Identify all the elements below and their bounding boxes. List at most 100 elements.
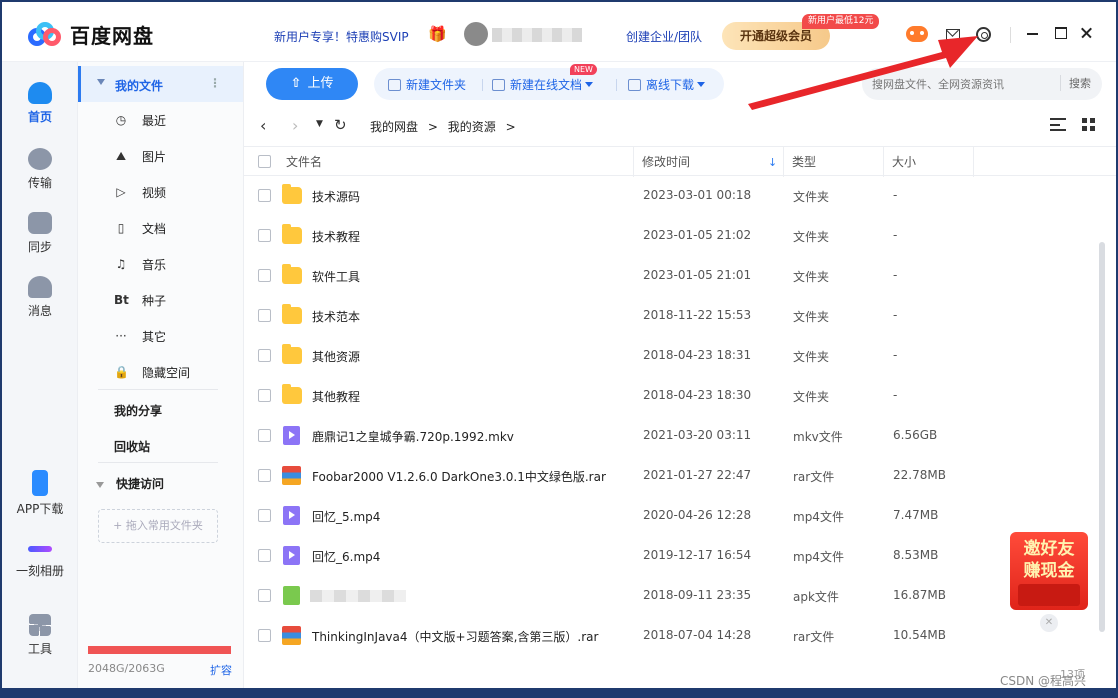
row-checkbox[interactable] [258,309,271,322]
row-checkbox[interactable] [258,549,271,562]
storage-usage-bar [88,646,231,654]
nav-item-docs[interactable]: ▯ 文档 [114,218,166,238]
refresh-icon[interactable]: ↻ [334,116,347,134]
forward-arrow-icon[interactable]: › [292,116,298,135]
nav-item-images[interactable]: ⛰ 图片 [114,146,166,166]
table-row[interactable]: 鹿鼎记1之皇城争霸.720p.1992.mkv 2021-03-20 03:11 m… [244,416,1102,456]
nav-item-recent[interactable]: ◷ 最近 [114,110,166,130]
table-row[interactable]: 其他教程 2018-04-23 18:30 文件夹 - [244,376,1102,416]
nav-recycle-bin[interactable]: 回收站 [114,438,150,455]
scrollbar[interactable] [1099,242,1105,632]
more-vertical-icon[interactable]: ⋮ [209,76,221,90]
file-name[interactable]: 回忆_6.mp4 [312,548,380,565]
sort-icon[interactable] [1050,118,1066,131]
nav-item-music[interactable]: ♫ 音乐 [114,254,166,274]
svip-promo-link[interactable]: 新用户专享！特惠购SVIP [274,28,409,45]
nav-item-others[interactable]: ··· 其它 [114,326,166,346]
invite-friends-widget[interactable]: 邀好友 赚现金 [1010,532,1088,610]
row-checkbox[interactable] [258,629,271,642]
rail-item-sync[interactable]: 同步 [2,212,78,255]
table-row[interactable]: 2018-09-11 23:35 apk文件 16.87MB [244,576,1102,616]
new-folder-button[interactable]: 新建文件夹 [388,76,466,93]
file-name[interactable]: ThinkingInJava4（中文版+习题答案,含第三版）.rar [312,628,598,645]
file-name[interactable]: 鹿鼎记1之皇城争霸.720p.1992.mkv [312,428,514,445]
row-checkbox[interactable] [258,509,271,522]
file-name[interactable]: 回忆_5.mp4 [312,508,380,525]
image-icon: ⛰ [115,148,127,163]
new-online-doc-button[interactable]: 新建在线文档 [492,76,594,93]
mail-icon[interactable] [946,29,960,40]
bt-icon: Bt [114,293,129,307]
table-row[interactable]: 回忆_5.mp4 2020-04-26 12:28 mp4文件 7.47MB [244,496,1102,536]
breadcrumb-my-netdisk[interactable]: 我的网盘 [370,120,418,134]
gift-icon[interactable]: 🎁 [428,26,447,42]
row-checkbox[interactable] [258,389,271,402]
folder-icon [282,384,302,404]
rail-item-transfer[interactable]: 传输 [2,148,78,191]
row-checkbox[interactable] [258,429,271,442]
table-row[interactable]: 技术源码 2023-03-01 00:18 文件夹 - [244,176,1102,216]
rail-item-home[interactable]: 首页 [2,82,78,125]
nav-item-torrents[interactable]: Bt 种子 [114,290,166,310]
invite-close-icon[interactable]: ✕ [1040,614,1058,632]
close-button[interactable] [1078,24,1096,42]
table-row[interactable]: ThinkingInJava4（中文版+习题答案,含第三版）.rar 2018-0… [244,616,1102,656]
file-name[interactable]: Foobar2000 V1.2.6.0 DarkOne3.0.1中文绿色版.ra… [312,468,606,485]
back-arrow-icon[interactable]: ‹ [260,116,266,135]
row-checkbox[interactable] [258,589,271,602]
offline-download-button[interactable]: 离线下载 [628,76,706,93]
rail-item-app-download[interactable]: APP下载 [2,470,78,517]
rail-item-album[interactable]: 一刻相册 [2,536,78,579]
message-icon [28,276,52,298]
rail-item-tools[interactable]: 工具 [2,614,78,657]
select-all-checkbox[interactable] [258,155,271,168]
file-name[interactable]: 技术教程 [312,228,360,245]
row-checkbox[interactable] [258,269,271,282]
nav-divider [98,389,218,390]
minimize-button[interactable] [1024,24,1042,42]
create-enterprise-link[interactable]: 创建企业/团队 [626,28,702,45]
file-name[interactable]: 软件工具 [312,268,360,285]
table-row[interactable]: 技术教程 2023-01-05 21:02 文件夹 - [244,216,1102,256]
username-redacted[interactable] [492,28,582,42]
table-row[interactable]: 回忆_6.mp4 2019-12-17 16:54 mp4文件 8.53MB [244,536,1102,576]
maximize-button[interactable] [1052,24,1070,42]
rail-item-message[interactable]: 消息 [2,276,78,319]
table-row[interactable]: Foobar2000 V1.2.6.0 DarkOne3.0.1中文绿色版.ra… [244,456,1102,496]
drag-folder-dropzone[interactable]: + 拖入常用文件夹 [98,509,218,543]
nav-my-files[interactable]: 我的文件 ⋮ [78,66,243,102]
chevron-down-icon [585,82,594,87]
column-header-modified[interactable]: 修改时间 [634,147,784,177]
row-checkbox[interactable] [258,229,271,242]
row-checkbox[interactable] [258,469,271,482]
row-checkbox[interactable] [258,189,271,202]
file-name[interactable]: 其他教程 [312,388,360,405]
file-name[interactable]: 技术源码 [312,188,360,205]
file-size: 10.54MB [893,628,946,642]
grid-view-icon[interactable] [1082,118,1095,131]
table-row[interactable]: 其他资源 2018-04-23 18:31 文件夹 - [244,336,1102,376]
file-size: 6.56GB [893,428,938,442]
table-row[interactable]: 软件工具 2023-01-05 21:01 文件夹 - [244,256,1102,296]
search-button[interactable]: 搜索 [1060,75,1091,91]
nav-item-hidden-space[interactable]: 🔒 隐藏空间 [114,362,190,382]
upload-button[interactable]: ⇧ 上传 [266,68,358,100]
table-row[interactable]: 技术范本 2018-11-22 15:53 文件夹 - [244,296,1102,336]
column-header-size[interactable]: 大小 [884,147,974,177]
file-name-redacted[interactable] [310,590,406,602]
row-checkbox[interactable] [258,349,271,362]
column-header-type[interactable]: 类型 [784,147,884,177]
history-dropdown-icon[interactable]: ▼ [316,119,323,129]
file-name[interactable]: 技术范本 [312,308,360,325]
nav-item-videos[interactable]: ▷ 视频 [114,182,166,202]
expand-storage-link[interactable]: 扩容 [210,662,232,678]
breadcrumb-separator: > [427,120,438,134]
avatar[interactable] [464,22,488,46]
nav-my-share[interactable]: 我的分享 [114,402,162,419]
breadcrumb-my-resources[interactable]: 我的资源 [448,120,496,134]
column-header-name[interactable]: 文件名 [278,147,634,177]
gear-icon[interactable] [976,27,991,42]
game-icon[interactable] [906,26,928,42]
file-name[interactable]: 其他资源 [312,348,360,365]
nav-quick-access[interactable]: 快捷访问 [96,475,164,492]
